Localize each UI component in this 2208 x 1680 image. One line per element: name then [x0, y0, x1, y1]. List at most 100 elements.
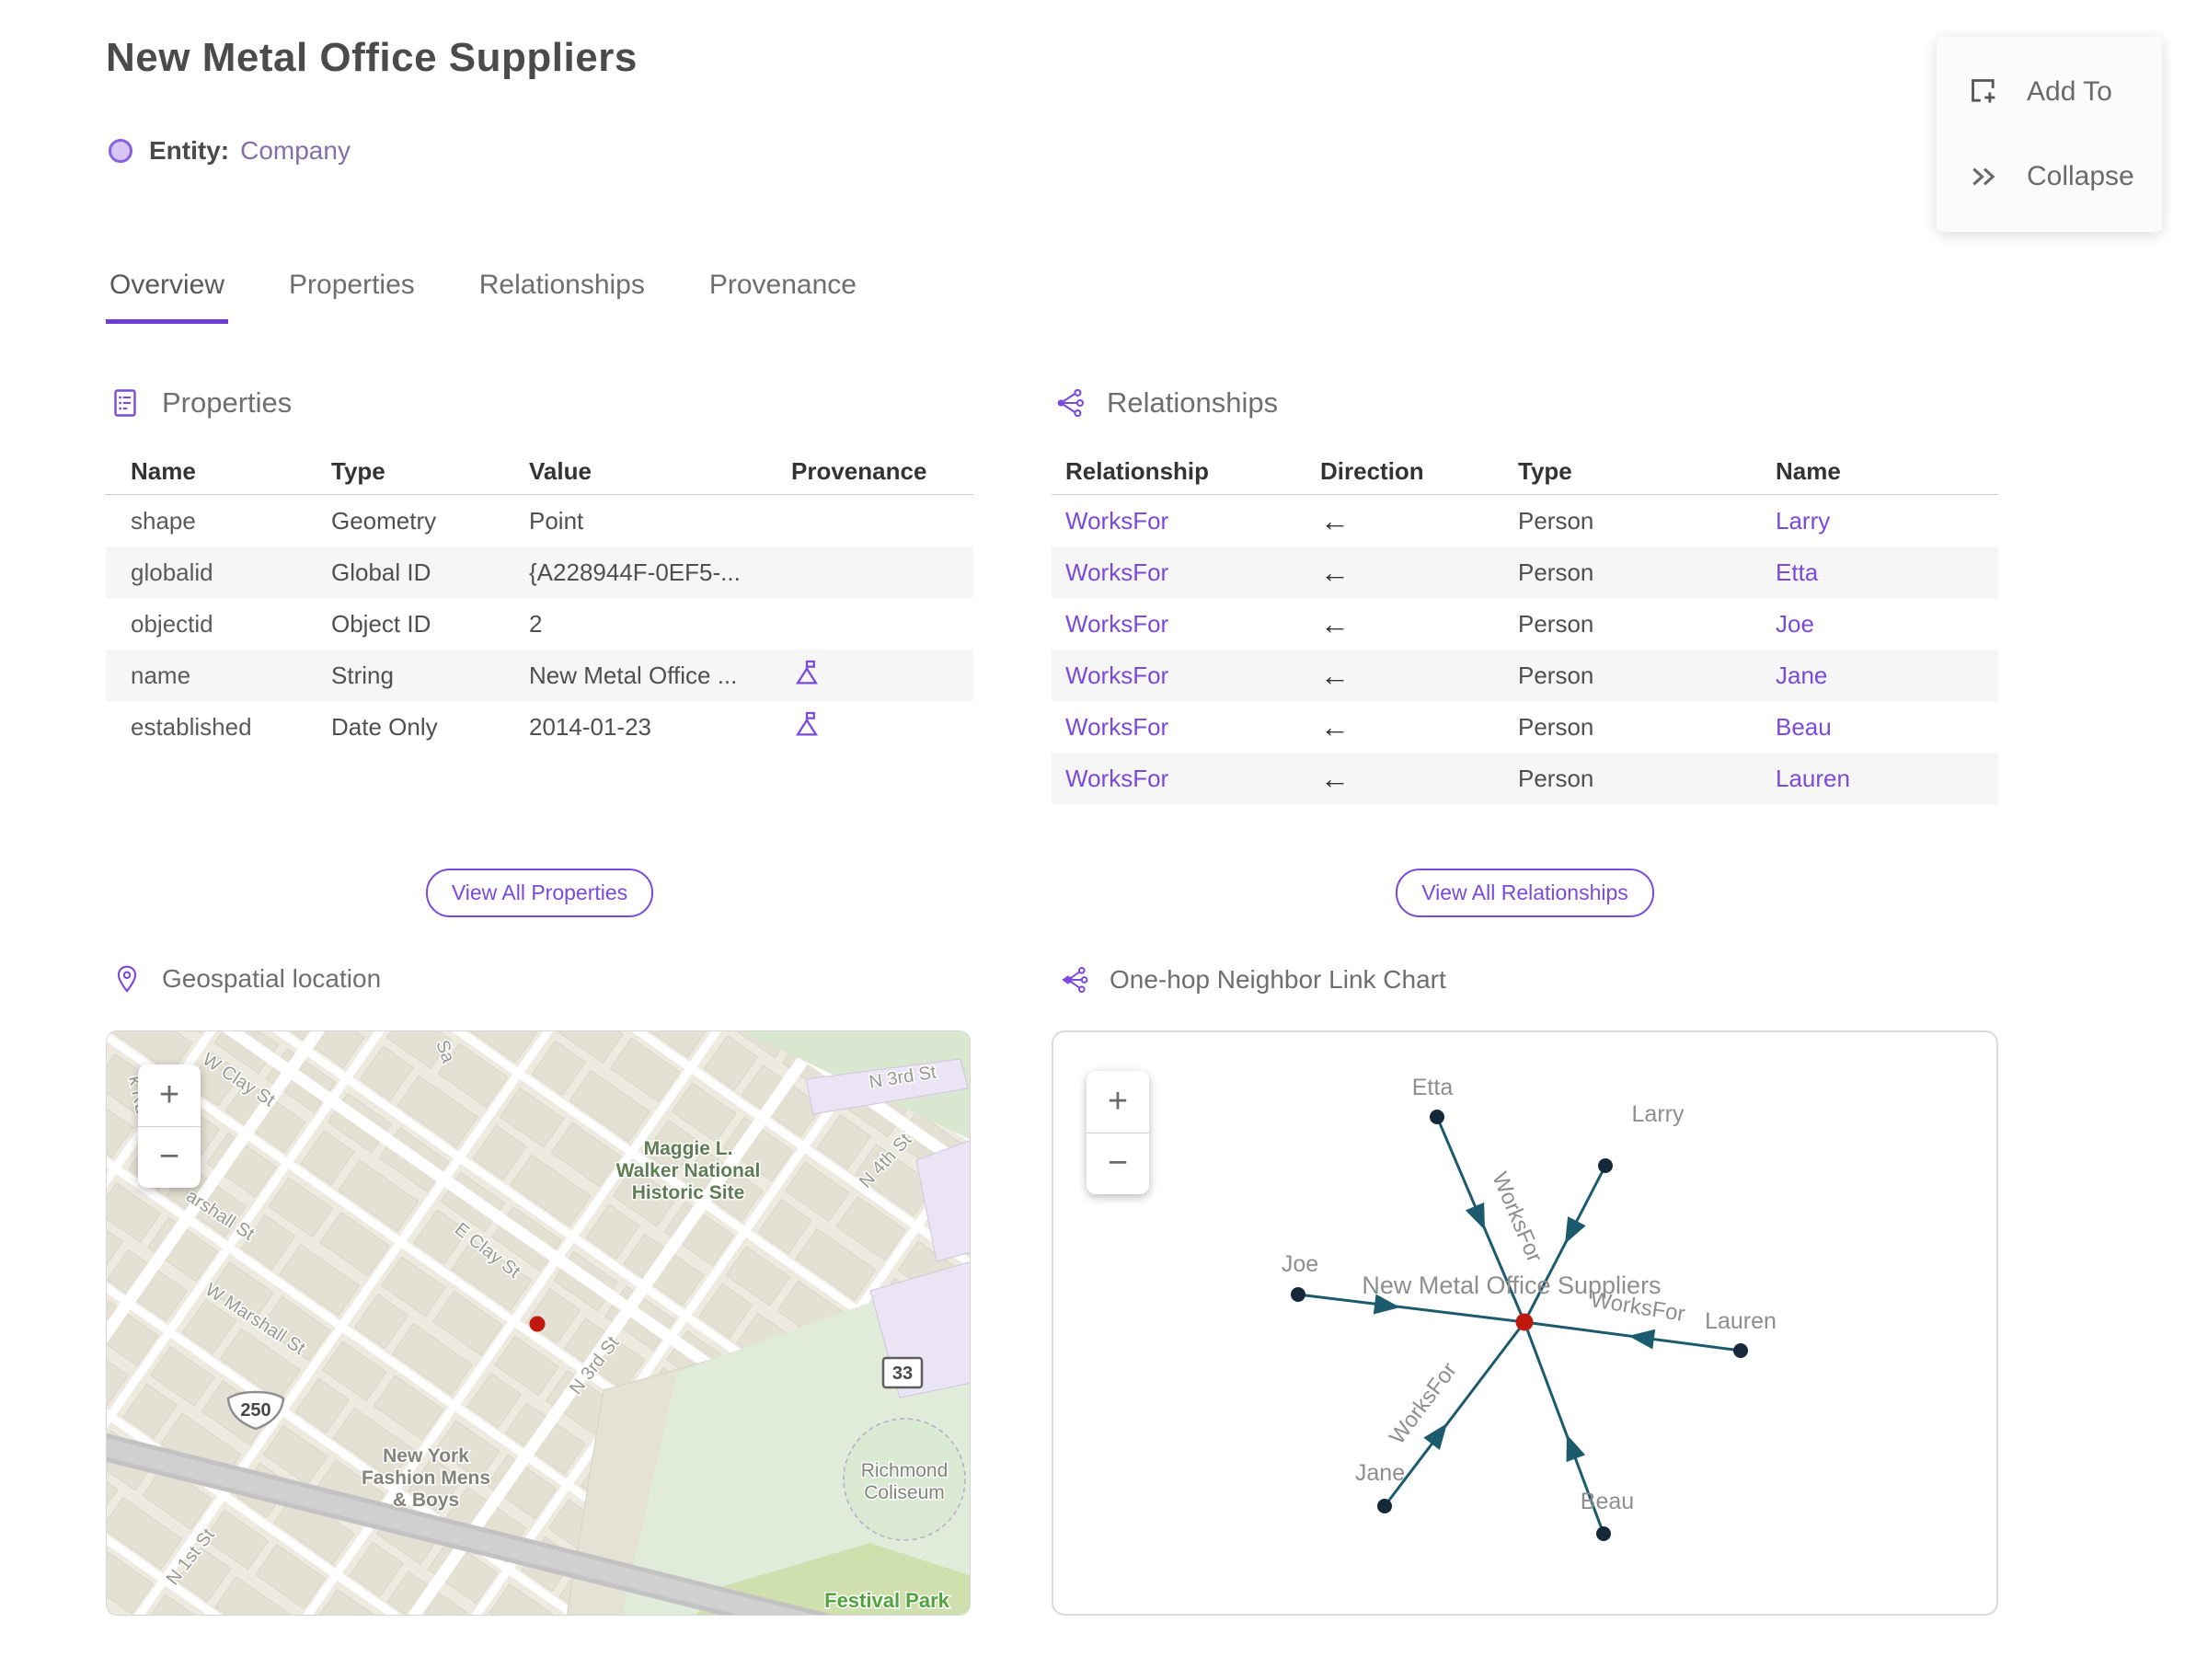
edge-label-worksfor: WorksFor: [1487, 1168, 1547, 1266]
provenance-flag-icon[interactable]: [791, 708, 822, 740]
linkchart-section-header: One-hop Neighbor Link Chart: [1058, 964, 1446, 995]
relationship-link[interactable]: WorksFor: [1065, 662, 1320, 690]
map-zoom-out-button[interactable]: −: [138, 1127, 201, 1189]
relationship-link[interactable]: WorksFor: [1065, 558, 1320, 587]
entity-link[interactable]: Joe: [1776, 610, 1998, 639]
tab-relationships[interactable]: Relationships: [476, 270, 649, 324]
node-larry[interactable]: [1598, 1158, 1613, 1173]
svg-text:250: 250: [240, 1400, 270, 1421]
provenance-flag-icon[interactable]: [791, 657, 822, 688]
entity-badge-row: Entity: Company: [109, 136, 351, 166]
col-type: Type: [1518, 457, 1572, 485]
table-row: shape Geometry Point: [131, 506, 584, 535]
svg-text:Coliseum: Coliseum: [864, 1482, 945, 1503]
properties-table-header: Name Type Value Provenance: [106, 449, 973, 495]
map-label-festival-park: Festival Park: [824, 1589, 950, 1612]
relationships-section-title: Relationships: [1107, 386, 1279, 419]
relationship-link[interactable]: WorksFor: [1065, 507, 1320, 535]
svg-text:Historic Site: Historic Site: [632, 1182, 745, 1203]
relationship-link[interactable]: WorksFor: [1065, 610, 1320, 639]
node-label-larry: Larry: [1632, 1101, 1685, 1127]
tab-properties[interactable]: Properties: [285, 270, 419, 324]
col-type: Type: [331, 457, 385, 485]
map-zoom-in-button[interactable]: +: [138, 1064, 201, 1127]
col-value: Value: [529, 457, 592, 485]
chart-zoom-in-button[interactable]: +: [1087, 1071, 1149, 1133]
map-canvas[interactable]: 250 33 k Rd W Clay St Sa arshall St W Ma…: [107, 1031, 971, 1616]
geospatial-section-header: Geospatial location: [112, 964, 381, 994]
node-center-company[interactable]: [1515, 1313, 1534, 1331]
properties-section-title: Properties: [162, 386, 293, 419]
svg-text:Walker National: Walker National: [616, 1160, 761, 1181]
link-chart-canvas[interactable]: WorksFor WorksFor WorksFor Etta Larry Jo…: [1053, 1032, 1996, 1614]
node-label-lauren: Lauren: [1705, 1308, 1777, 1334]
node-label-etta: Etta: [1412, 1075, 1454, 1100]
entity-location-marker[interactable]: [529, 1316, 546, 1332]
node-joe[interactable]: [1291, 1287, 1305, 1302]
page-title: New Metal Office Suppliers: [106, 35, 638, 80]
relationships-section-header: Relationships: [1053, 386, 1278, 420]
entity-link[interactable]: Beau: [1776, 713, 1998, 742]
table-row: objectid Object ID 2: [131, 609, 543, 638]
actions-card: Add To Collapse: [1937, 37, 2162, 232]
collapse-label: Collapse: [2027, 161, 2134, 191]
link-chart-icon: [1062, 966, 1088, 994]
direction-arrow: ←: [1320, 658, 1350, 692]
col-name: Name: [131, 457, 196, 485]
table-row: WorksFor ← Person Jane: [1052, 650, 1998, 701]
node-lauren[interactable]: [1733, 1343, 1748, 1358]
table-row: WorksFor ← Person Lauren: [1052, 753, 1998, 804]
view-all-properties-button[interactable]: View All Properties: [425, 869, 654, 917]
relationships-table: Relationship Direction Type Name WorksFo…: [1052, 449, 1998, 804]
collapse-button[interactable]: Collapse: [1966, 158, 2162, 195]
route-shield-33: 33: [881, 1356, 924, 1389]
map-pin-icon: [117, 965, 137, 993]
map-zoom-control: + −: [138, 1064, 201, 1188]
add-to-icon: [1972, 79, 1995, 103]
direction-arrow: ←: [1320, 761, 1350, 795]
add-to-label: Add To: [2027, 76, 2112, 107]
view-all-relationships-button[interactable]: View All Relationships: [1396, 869, 1654, 917]
relationship-link[interactable]: WorksFor: [1065, 765, 1320, 793]
node-beau[interactable]: [1596, 1526, 1611, 1541]
add-to-button[interactable]: Add To: [1966, 74, 2162, 110]
chart-zoom-out-button[interactable]: −: [1087, 1133, 1149, 1195]
svg-text:& Boys: & Boys: [393, 1490, 459, 1511]
table-row: WorksFor ← Person Larry: [1052, 495, 1998, 547]
entity-link[interactable]: Jane: [1776, 662, 1998, 690]
tab-bar: Overview Properties Relationships Proven…: [106, 270, 860, 324]
table-row: established Date Only 2014-01-23: [106, 701, 973, 753]
relationships-table-header: Relationship Direction Type Name: [1052, 449, 1998, 495]
col-provenance: Provenance: [791, 457, 927, 485]
node-label-joe: Joe: [1282, 1251, 1318, 1277]
col-relationship: Relationship: [1065, 457, 1210, 485]
table-row: name String New Metal Office ...: [106, 650, 973, 701]
direction-arrow: ←: [1320, 606, 1350, 640]
link-chart-panel[interactable]: WorksFor WorksFor WorksFor Etta Larry Jo…: [1052, 1030, 1998, 1616]
double-chevron-right-icon: [1972, 167, 1995, 186]
map-panel[interactable]: 250 33 k Rd W Clay St Sa arshall St W Ma…: [106, 1030, 971, 1616]
table-row: WorksFor ← Person Joe: [1052, 598, 1998, 650]
entity-label: Entity:: [149, 136, 230, 165]
tab-overview[interactable]: Overview: [106, 270, 229, 324]
tab-provenance[interactable]: Provenance: [706, 270, 860, 324]
direction-arrow: ←: [1320, 555, 1350, 589]
linkchart-section-title: One-hop Neighbor Link Chart: [1110, 965, 1446, 994]
node-etta[interactable]: [1430, 1110, 1444, 1124]
direction-arrow: ←: [1320, 709, 1350, 743]
entity-type-value: Company: [240, 136, 351, 165]
properties-icon: [114, 389, 136, 417]
relationship-link[interactable]: WorksFor: [1065, 713, 1320, 742]
entity-link[interactable]: Lauren: [1776, 765, 1998, 793]
svg-text:Maggie L.: Maggie L.: [644, 1138, 733, 1159]
entity-link[interactable]: Larry: [1776, 507, 1998, 535]
properties-section-header: Properties: [109, 386, 292, 420]
entity-link[interactable]: Etta: [1776, 558, 1998, 587]
col-direction: Direction: [1320, 457, 1424, 485]
svg-text:Fashion Mens: Fashion Mens: [362, 1467, 490, 1489]
node-jane[interactable]: [1377, 1499, 1392, 1513]
table-row: WorksFor ← Person Beau: [1052, 701, 1998, 753]
edge-label-worksfor: WorksFor: [1385, 1358, 1462, 1449]
table-row: globalid Global ID {A228944F-0EF5-...: [106, 547, 973, 598]
properties-table: Name Type Value Provenance shape Geometr…: [106, 449, 973, 753]
